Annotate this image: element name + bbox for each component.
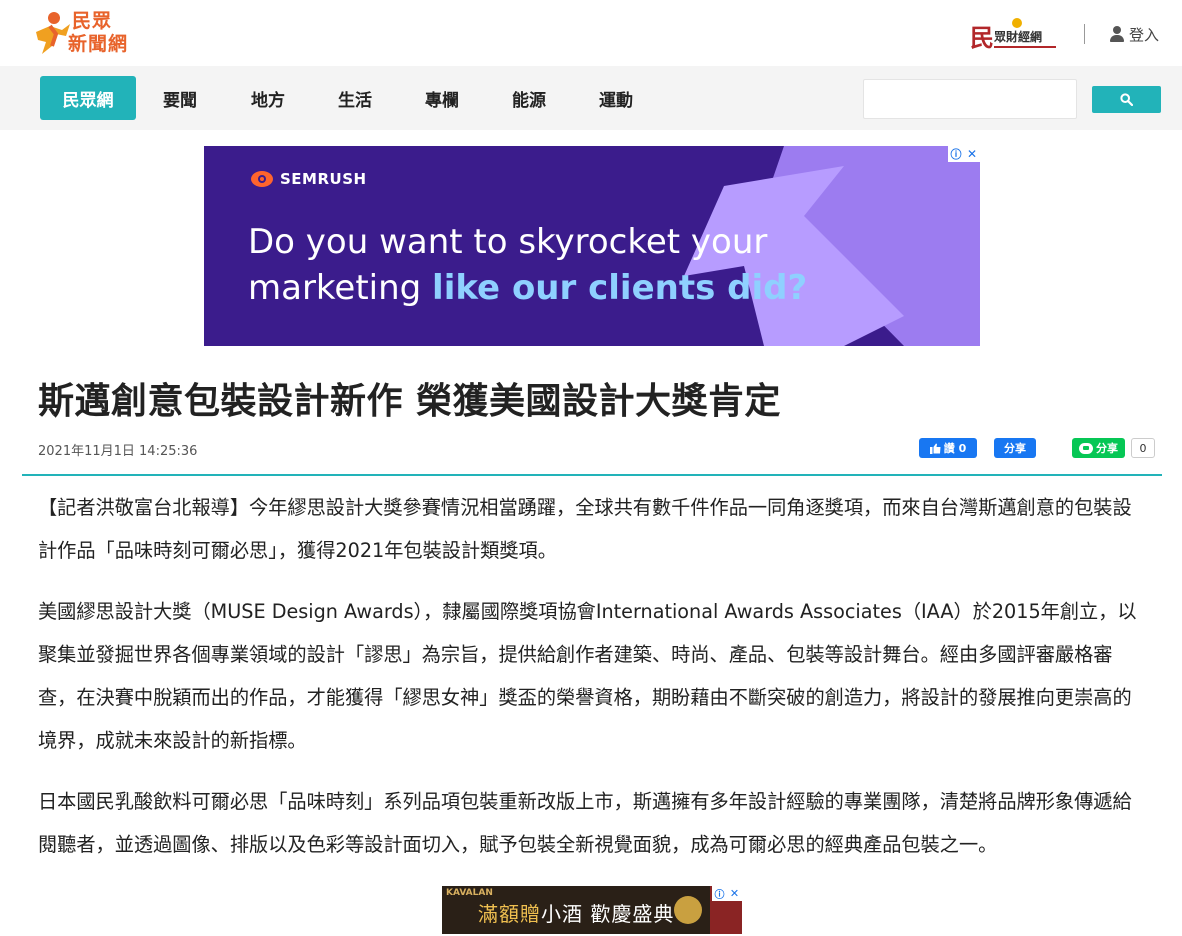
article-title: 斯邁創意包裝設計新作 榮獲美國設計大獎肯定 bbox=[38, 381, 782, 422]
ad-close-icon[interactable]: ✕ bbox=[964, 146, 980, 162]
article-divider bbox=[22, 474, 1162, 476]
finance-logo-main: 民 bbox=[970, 23, 994, 52]
ad-brand: SEMRUSH bbox=[248, 170, 367, 188]
nav-item-life[interactable]: 生活 bbox=[338, 76, 372, 120]
user-icon bbox=[1110, 26, 1124, 42]
top-header: 民眾 新聞網 民 眾財經網 登入 bbox=[0, 0, 1182, 66]
login-link[interactable]: 登入 bbox=[1110, 24, 1159, 44]
main-nav: 民眾網 要聞 地方 生活 專欄 能源 運動 bbox=[0, 66, 1182, 130]
header-divider bbox=[1084, 24, 1085, 44]
nav-item-local[interactable]: 地方 bbox=[251, 76, 285, 120]
nav-item-sports[interactable]: 運動 bbox=[599, 76, 633, 120]
semrush-flame-icon bbox=[251, 171, 273, 187]
line-share-button[interactable]: 分享 bbox=[1072, 438, 1125, 458]
ad2-headline: 滿額贈小酒 歡慶盛典 bbox=[478, 898, 674, 927]
ad2-badge-icon bbox=[674, 896, 702, 924]
ad-headline-highlight: like our clients did? bbox=[432, 268, 808, 308]
logo-line1: 民眾 bbox=[72, 10, 113, 32]
article-paragraph: 美國繆思設計大獎（MUSE Design Awards），隸屬國際獎項協會Int… bbox=[38, 600, 1137, 752]
ad2-headline-highlight: 滿額贈 bbox=[478, 902, 541, 926]
line-share-label: 分享 bbox=[1096, 442, 1118, 455]
ad2-brand: KAVALAN bbox=[446, 888, 493, 898]
search-button[interactable] bbox=[1092, 86, 1161, 113]
ad-headline-plain: marketing bbox=[248, 268, 433, 308]
article-paragraph: 日本國民乳酸飲料可爾必思「品味時刻」系列品項包裝重新改版上市，斯邁擁有多年設計經… bbox=[38, 790, 1132, 856]
ad2-headline-plain: 小酒 歡慶盛典 bbox=[541, 902, 675, 926]
line-chat-icon bbox=[1079, 442, 1093, 454]
facebook-share-button[interactable]: 分享 bbox=[994, 438, 1036, 458]
ad2-close-icon[interactable]: ✕ bbox=[727, 886, 742, 901]
bottom-ad-banner[interactable]: KAVALAN 滿額贈小酒 歡慶盛典 ⓘ ✕ bbox=[442, 886, 742, 934]
ad-brand-label: SEMRUSH bbox=[280, 170, 367, 188]
top-ad-banner[interactable]: SEMRUSH Do you want to skyrocket your ma… bbox=[204, 146, 980, 346]
finance-logo-underline bbox=[994, 46, 1056, 48]
search-input[interactable] bbox=[863, 79, 1077, 119]
nav-item-columns[interactable]: 專欄 bbox=[425, 76, 459, 120]
ad-choices: ⓘ ✕ bbox=[948, 146, 980, 162]
nav-item-energy[interactable]: 能源 bbox=[512, 76, 546, 120]
site-logo[interactable]: 民眾 新聞網 bbox=[30, 8, 140, 58]
ad2-info-icon[interactable]: ⓘ bbox=[712, 886, 727, 901]
article-paragraph: 【記者洪敬富台北報導】今年繆思設計大獎參賽情況相當踴躍，全球共有數千件作品一同角… bbox=[38, 496, 1132, 562]
finance-site-logo[interactable]: 民 眾財經網 bbox=[970, 18, 1060, 52]
ad-headline-line1: Do you want to skyrocket your bbox=[248, 222, 768, 262]
line-share-count: 0 bbox=[1131, 438, 1155, 458]
facebook-like-button[interactable]: 讚 0 bbox=[919, 438, 977, 458]
article-date: 2021年11月1日 14:25:36 bbox=[38, 444, 198, 459]
site-logo-text: 民眾 新聞網 bbox=[68, 10, 128, 56]
ad-info-icon[interactable]: ⓘ bbox=[948, 146, 964, 162]
finance-logo-sub: 眾財經網 bbox=[994, 30, 1043, 44]
ad2-choices: ⓘ ✕ bbox=[712, 886, 742, 901]
search-icon bbox=[1120, 93, 1133, 106]
nav-home-button[interactable]: 民眾網 bbox=[40, 76, 136, 120]
login-label: 登入 bbox=[1129, 25, 1160, 44]
nav-item-headlines[interactable]: 要聞 bbox=[163, 76, 197, 120]
facebook-like-label: 讚 0 bbox=[943, 442, 967, 455]
coin-icon bbox=[1012, 18, 1022, 28]
ad-headline-line2: marketing like our clients did? bbox=[248, 268, 807, 308]
logo-line2: 新聞網 bbox=[68, 33, 129, 55]
thumbs-up-icon bbox=[929, 443, 941, 454]
